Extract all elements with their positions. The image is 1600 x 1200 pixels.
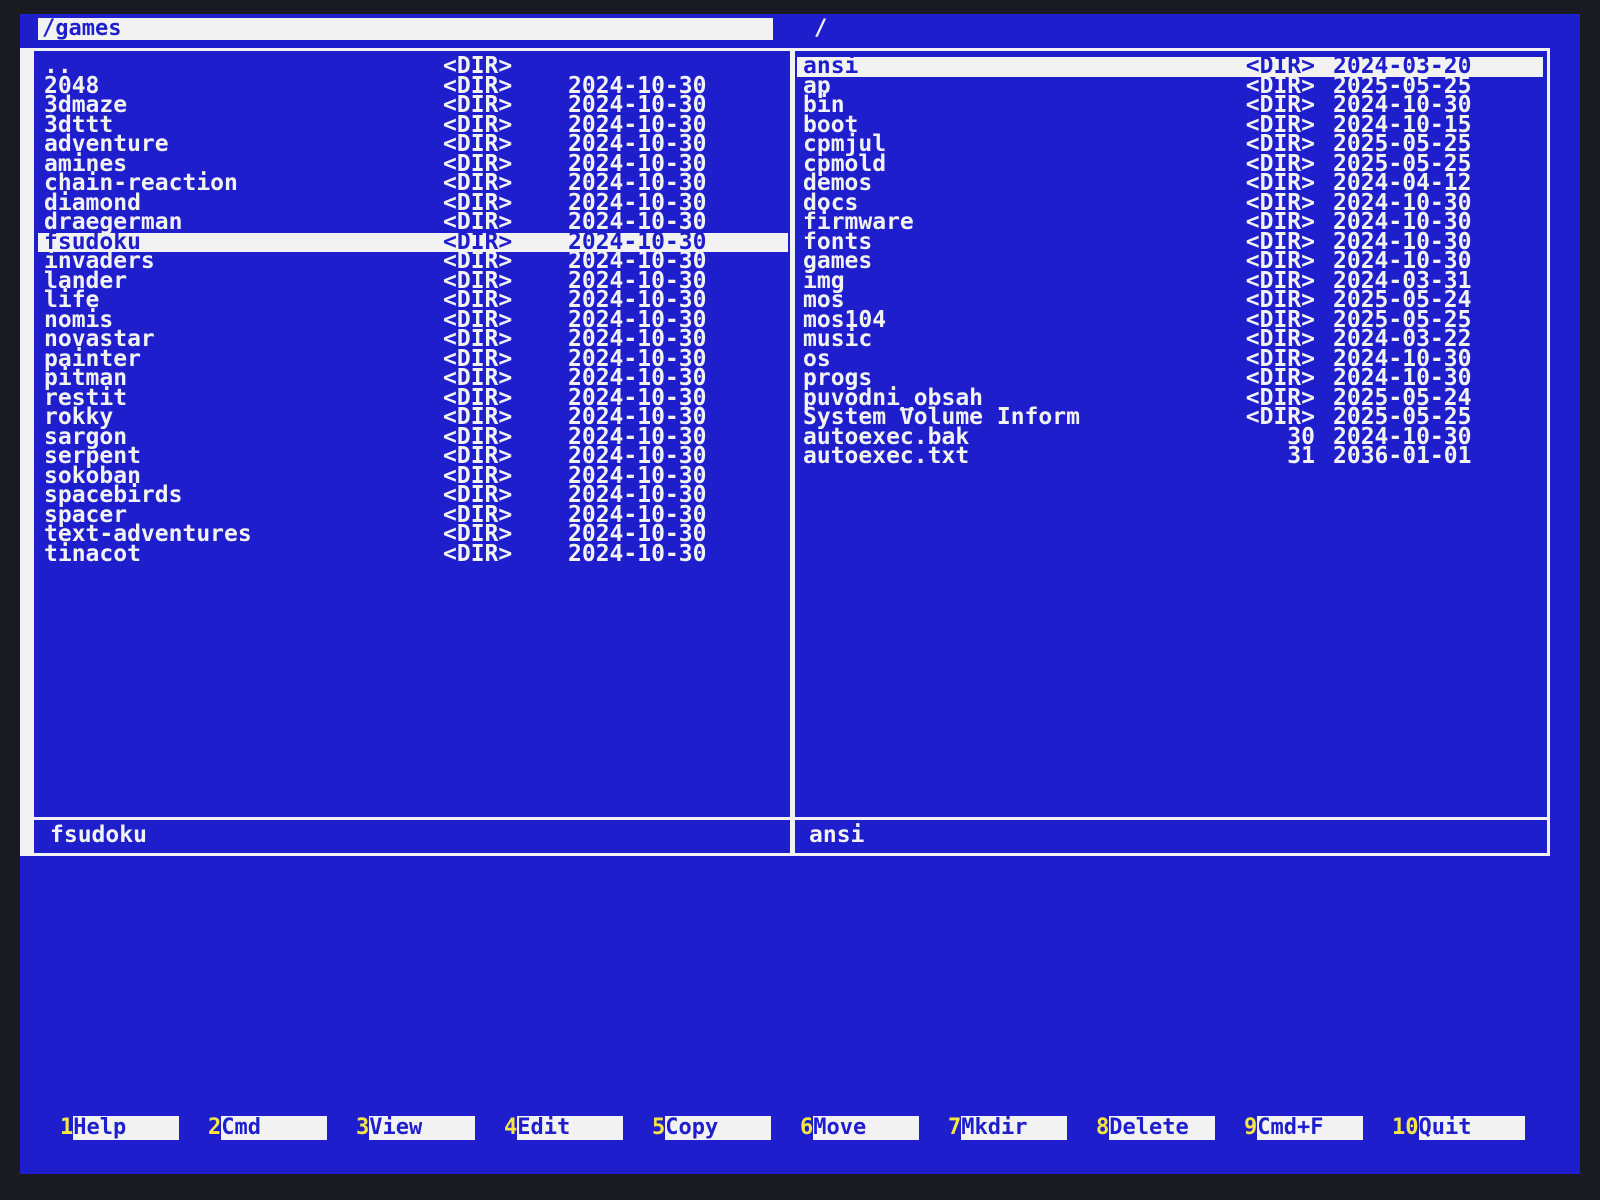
fkey-label: Mkdir [961,1116,1068,1140]
fkey-label: Help [73,1116,180,1140]
left-file-list[interactable]: .. <DIR> 2048 <DIR> 2024-10-30 3dmaze <DIR> 202… [38,55,788,567]
fkey-number: 6 [800,1115,814,1140]
fkey-label: Delete [1109,1116,1216,1140]
fkey-number: 8 [1096,1115,1110,1140]
fkey-label: Move [813,1116,920,1140]
file-size: <DIR> [443,540,513,567]
fkey-number: 9 [1244,1115,1258,1140]
fkey-help[interactable]: 1Help [60,1115,180,1140]
file-manager-screen: /games / .. <DIR> 2048 <DIR> 2024-10-30 3dmaz… [20,14,1580,1174]
fkey-label: Cmd [221,1116,328,1140]
right-panel-path: / [814,16,828,41]
right-file-panel[interactable]: ansi <DIR> 2024-03-20 ap <DIR> 2025-05-25 bin <… [790,48,1550,856]
function-key-bar: 1Help 2Cmd 3View 4Edit 5Copy 6Move 7Mkdir 8Dele… [60,1116,1540,1142]
fkey-number: 5 [652,1115,666,1140]
fkey-number: 4 [504,1115,518,1140]
file-entry[interactable]: autoexec.txt 31 2036-01-01 [797,443,1543,469]
fkey-label: View [369,1116,476,1140]
fkey-label: Cmd+F [1257,1116,1364,1140]
right-panel-status: ansi [793,817,1547,853]
fkey-label: Quit [1418,1116,1525,1140]
file-name: tinacot [44,540,141,567]
fkey-move[interactable]: 6Move [800,1115,920,1140]
fkey-copy[interactable]: 5Copy [652,1115,772,1140]
file-date: 2024-10-30 [568,540,707,567]
fkey-number: 3 [356,1115,370,1140]
fkey-delete[interactable]: 8Delete [1096,1115,1216,1140]
fkey-number: 1 [60,1115,74,1140]
fkey-mkdir[interactable]: 7Mkdir [948,1115,1068,1140]
fkey-label: Copy [665,1116,772,1140]
fkey-view[interactable]: 3View [356,1115,476,1140]
fkey-number: 7 [948,1115,962,1140]
left-panel-status: fsudoku [34,817,792,853]
fkey-edit[interactable]: 4Edit [504,1115,624,1140]
fkey-quit[interactable]: 10Quit [1392,1116,1525,1140]
file-date: 2036-01-01 [1333,443,1472,469]
fkey-number: 2 [208,1115,222,1140]
fkey-number: 10 [1392,1115,1419,1140]
right-file-list[interactable]: ansi <DIR> 2024-03-20 ap <DIR> 2025-05-25 bin <… [797,55,1543,469]
file-entry[interactable]: tinacot <DIR> 2024-10-30 [38,540,788,567]
fkey-cmd-f[interactable]: 9Cmd+F [1244,1115,1364,1140]
fkey-label: Edit [517,1116,624,1140]
fkey-cmd[interactable]: 2Cmd [208,1115,328,1140]
left-panel-path: /games [38,18,773,40]
file-size: 31 [1287,443,1315,469]
file-name: autoexec.txt [803,443,970,469]
left-file-panel[interactable]: .. <DIR> 2048 <DIR> 2024-10-30 3dmaze <DIR> 202… [20,48,795,856]
